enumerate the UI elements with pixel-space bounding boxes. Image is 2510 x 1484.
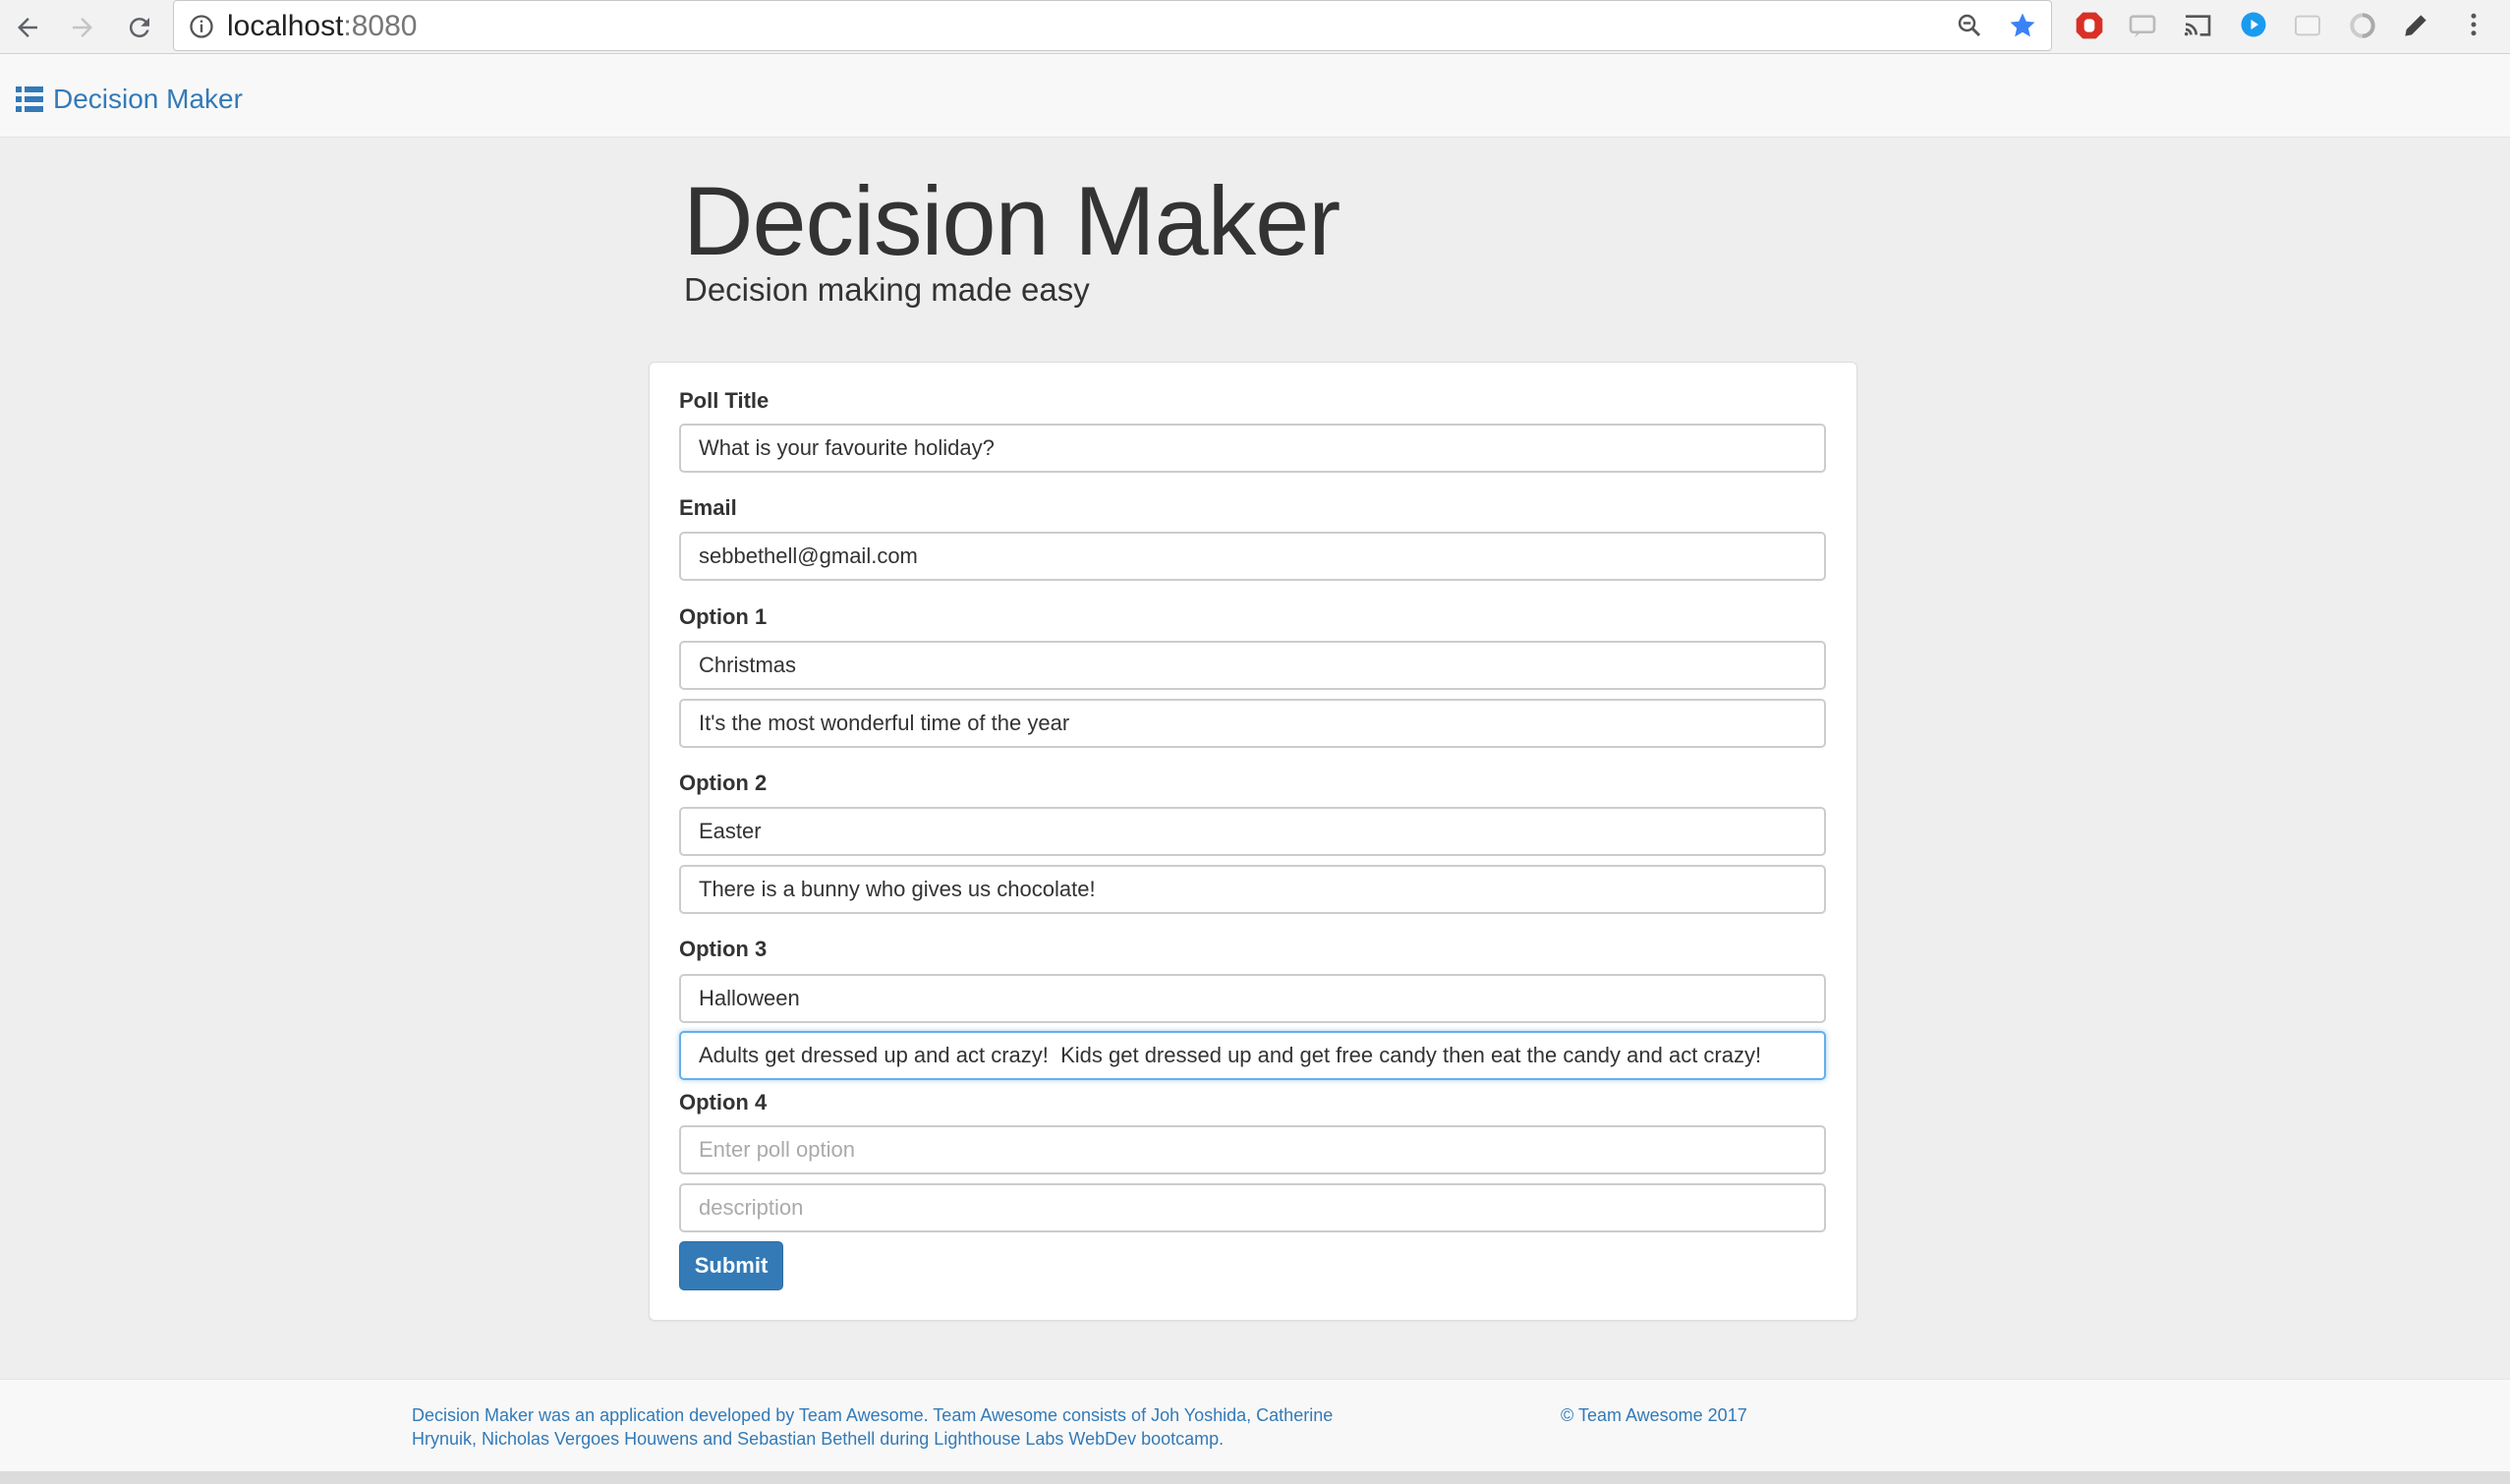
poll-form: Poll Title Email Option 1 Option 2 Optio… (649, 362, 1857, 1321)
back-arrow-icon[interactable] (8, 8, 47, 47)
reader-extension-icon[interactable] (2292, 10, 2323, 46)
url-host: localhost (227, 10, 344, 42)
option-1-description-input[interactable] (679, 699, 1826, 748)
list-icon (16, 86, 43, 112)
option-4-description-input[interactable] (679, 1183, 1826, 1232)
zoom-icon[interactable] (1955, 11, 1984, 45)
poll-title-label: Poll Title (679, 388, 770, 413)
bottom-strip (0, 1471, 2510, 1484)
url-text: localhost:8080 (227, 10, 417, 43)
option-3-title-input[interactable] (679, 974, 1826, 1023)
option-4-label: Option 4 (679, 1090, 768, 1114)
info-icon[interactable] (188, 13, 215, 45)
app-navbar: Decision Maker (0, 54, 2510, 138)
page-title: Decision Maker (683, 166, 1341, 275)
footer: Decision Maker was an application develo… (0, 1379, 2510, 1472)
reload-icon[interactable] (120, 8, 159, 47)
option-1-label: Option 1 (679, 604, 768, 629)
option-3-description-input[interactable] (679, 1031, 1826, 1080)
brand-link[interactable]: Decision Maker (16, 84, 243, 115)
swirl-extension-icon[interactable] (2347, 10, 2378, 46)
pencil-extension-icon[interactable] (2400, 10, 2431, 46)
email-input[interactable] (679, 532, 1826, 581)
adblock-extension-icon[interactable] (2074, 10, 2105, 46)
bookmark-star-icon[interactable] (2008, 11, 2037, 45)
menu-dots-icon[interactable] (2459, 10, 2488, 44)
option-4-title-input[interactable] (679, 1125, 1826, 1174)
brand-text: Decision Maker (53, 84, 243, 114)
email-label: Email (679, 495, 737, 520)
cast-icon[interactable] (2182, 10, 2213, 46)
footer-copyright: © Team Awesome 2017 (1561, 1405, 1747, 1425)
forward-arrow-icon[interactable] (63, 8, 102, 47)
poll-title-input[interactable] (679, 424, 1826, 473)
browser-toolbar: localhost:8080 (0, 0, 2510, 54)
footer-about: Decision Maker was an application develo… (412, 1405, 1334, 1449)
option-3-label: Option 3 (679, 937, 768, 961)
play-extension-icon[interactable] (2239, 10, 2268, 44)
caption-extension-icon[interactable] (2127, 10, 2158, 46)
option-1-title-input[interactable] (679, 641, 1826, 690)
url-port: :8080 (343, 10, 418, 42)
page-subtitle: Decision making made easy (684, 271, 1090, 308)
option-2-label: Option 2 (679, 771, 768, 795)
option-2-title-input[interactable] (679, 807, 1826, 856)
submit-button[interactable]: Submit (679, 1241, 783, 1290)
option-2-description-input[interactable] (679, 865, 1826, 914)
address-bar[interactable]: localhost:8080 (173, 0, 2052, 51)
